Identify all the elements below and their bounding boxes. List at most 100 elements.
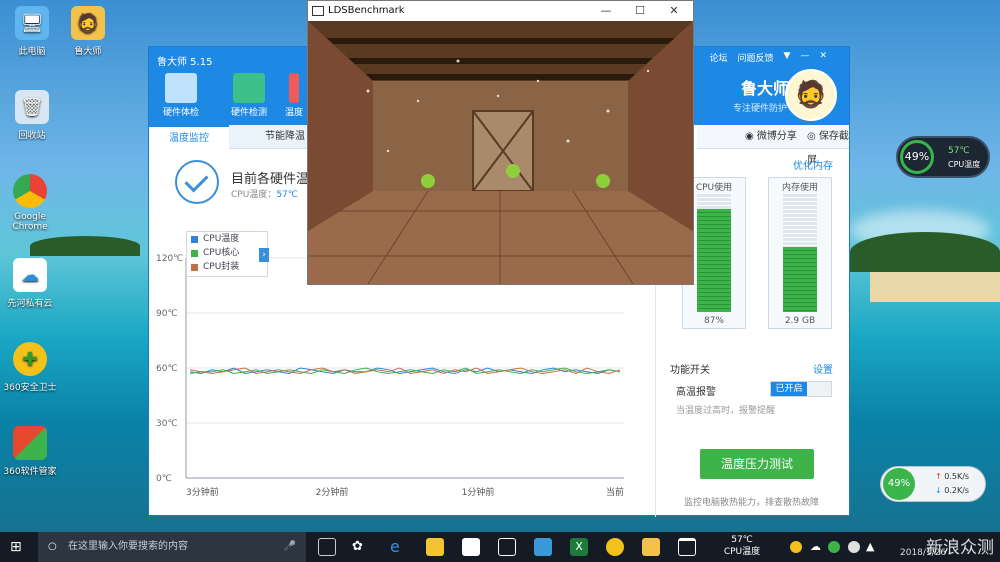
edge-icon[interactable]: e [390, 538, 408, 556]
cpu-usage-bar [697, 209, 731, 312]
software-manager-icon [13, 426, 47, 460]
feature-title: 功能开关 [670, 365, 710, 376]
app-icon[interactable] [534, 538, 552, 556]
alarm-hint: 当温度过高时，报警提醒 [676, 406, 776, 416]
benchmark-window: LDSBenchmark — ☐ ✕ [307, 0, 694, 285]
top-links: 论坛 问题反馈 ▼ — ✕ [710, 51, 828, 64]
dropdown-icon[interactable]: ▼ [784, 51, 791, 64]
tab-hardware-check[interactable]: 硬件体检 [151, 73, 211, 118]
desktop-icon-recycle-bin[interactable]: 🗑 回收站 [0, 90, 64, 141]
minimize-icon[interactable]: — [800, 51, 809, 64]
y-tick-label: 30℃ [156, 419, 178, 429]
status-cpu-temp: CPU温度：57℃ [231, 190, 298, 200]
net-load-percent: 49% [883, 468, 915, 500]
taskbar: ⊞ ○ 在这里输入你要搜索的内容 🎤 ✿ e X 57℃ CPU温度 ☁ ▲ 2… [0, 532, 1000, 562]
maximize-button[interactable]: ☐ [625, 1, 655, 21]
y-tick-label: 60℃ [156, 364, 178, 374]
share-bar: ◉ 微博分享 ◎ 保存截屏 [697, 125, 849, 166]
recycle-bin-icon: 🗑 [15, 90, 49, 124]
download-speed: ↓ 0.2K/s [935, 486, 970, 495]
benchmark-titlebar: LDSBenchmark — ☐ ✕ [308, 1, 693, 21]
file-explorer-icon[interactable] [426, 538, 444, 556]
legend-expand-icon[interactable]: › [259, 248, 269, 262]
window-icon [312, 6, 324, 16]
ludashi-mascot-icon: 🧔 [785, 69, 837, 121]
desktop-icon-360-security[interactable]: ✚ 360安全卫士 [0, 342, 62, 393]
search-box[interactable]: ○ 在这里输入你要搜索的内容 🎤 [38, 532, 306, 562]
status-title: 目前各硬件温 [231, 172, 310, 187]
x-tick-label: 3分钟前 [186, 486, 219, 498]
start-button[interactable]: ⊞ [10, 538, 28, 556]
tray-status-icon[interactable] [828, 541, 840, 553]
status-check-icon [175, 160, 219, 204]
x-tick-label: 2分钟前 [316, 486, 349, 498]
subtab-energy-saving[interactable]: 节能降温 [265, 125, 305, 149]
store-icon[interactable] [462, 538, 480, 556]
shield-plus-icon: ✚ [13, 342, 47, 376]
tab-hardware-detect[interactable]: 硬件检测 [219, 73, 279, 118]
microphone-icon[interactable]: 🎤 [284, 532, 296, 562]
y-tick-label: 90℃ [156, 309, 178, 319]
subtab-temp-monitor[interactable]: 温度监控 [149, 125, 229, 149]
x-tick-label: 当前 [606, 486, 624, 498]
memory-usage-bar [783, 247, 817, 312]
tray-360-icon[interactable] [790, 541, 802, 553]
optimize-memory-link[interactable]: 优化内存 [793, 157, 833, 172]
legend-cpu-core[interactable]: CPU核心 [187, 246, 267, 260]
legend-cpu-package[interactable]: CPU封装 [187, 260, 267, 274]
close-icon[interactable]: ✕ [819, 51, 827, 64]
load-percent: 49% [900, 140, 934, 174]
tray-cloud-icon[interactable]: ☁ [810, 538, 828, 556]
board-icon [233, 73, 265, 103]
memory-usage-gauge: 内存使用 2.9 GB [768, 177, 832, 329]
x-tick-label: 1分钟前 [462, 486, 495, 498]
y-tick-label: 0℃ [156, 474, 172, 484]
link-forum[interactable]: 论坛 [710, 51, 728, 64]
settings-link[interactable]: 设置 [813, 361, 833, 376]
floating-temp-widget[interactable]: 49% 57℃ CPU温度 [896, 136, 990, 178]
chart-legend: CPU温度 CPU核心 CPU封装 › [186, 231, 269, 277]
upload-speed: ↑ 0.5K/s [935, 472, 970, 481]
monitor-icon [165, 73, 197, 103]
watermark: 新浪众测 [926, 538, 994, 558]
float-temp-value: 57℃ [948, 146, 970, 156]
close-button[interactable]: ✕ [659, 1, 689, 21]
tray-shield-icon[interactable] [848, 541, 860, 553]
desktop-icon-360-software[interactable]: 360软件管家 [0, 426, 62, 477]
brand-name: 鲁大师 [740, 79, 789, 98]
taskbar-cpu-temp[interactable]: 57℃ CPU温度 [714, 534, 770, 558]
ludashi-title: 鲁大师 5.15 [157, 57, 213, 68]
desktop-icon-ludashi[interactable]: 🧔 鲁大师 [56, 6, 120, 57]
benchmark-3d-scene [308, 21, 693, 284]
360-icon[interactable] [606, 538, 624, 556]
tray-network-icon[interactable]: ▲ [866, 538, 884, 556]
desktop-icon-chrome[interactable]: Google Chrome [0, 174, 62, 232]
desktop-icon-private-cloud[interactable]: ☁ 先河私有云 [0, 258, 62, 309]
excel-icon[interactable]: X [570, 538, 588, 556]
mail-icon[interactable] [498, 538, 516, 556]
alarm-label: 高温报警 [676, 387, 716, 398]
ludashi-icon: 🧔 [71, 6, 105, 40]
alarm-toggle[interactable]: 已开启 [770, 381, 832, 397]
task-view-icon[interactable] [318, 538, 336, 556]
computer-icon: 🖥 [15, 6, 49, 40]
ludashi-taskbar-icon[interactable] [642, 538, 660, 556]
legend-cpu-temp[interactable]: CPU温度 [187, 232, 267, 246]
thermometer-icon [289, 73, 299, 103]
cpu-usage-value: 87% [703, 316, 724, 326]
panel-footer: 监控电脑散热能力，排查散热故障 [684, 498, 820, 508]
benchmark-taskbar-icon[interactable] [678, 538, 696, 556]
fan-icon[interactable]: ✿ [352, 538, 370, 556]
minimize-button[interactable]: — [591, 1, 621, 21]
barn-scene [308, 21, 693, 284]
subtab-bar: 温度监控 节能降温 [149, 125, 309, 149]
memory-usage-value: 2.9 GB [784, 316, 816, 326]
link-feedback[interactable]: 问题反馈 [738, 51, 774, 64]
brand-slogan: 专注硬件防护 [732, 104, 787, 114]
tab-temperature[interactable]: 温度 [281, 73, 307, 118]
floating-net-widget[interactable]: 49% ↑ 0.5K/s ↓ 0.2K/s [880, 466, 986, 502]
weibo-share-button[interactable]: ◉ 微博分享 [745, 125, 797, 149]
cloud-icon: ☁ [13, 258, 47, 292]
desktop-icon-this-pc[interactable]: 🖥 此电脑 [0, 6, 64, 57]
stress-test-button[interactable]: 温度压力测试 [700, 449, 814, 479]
